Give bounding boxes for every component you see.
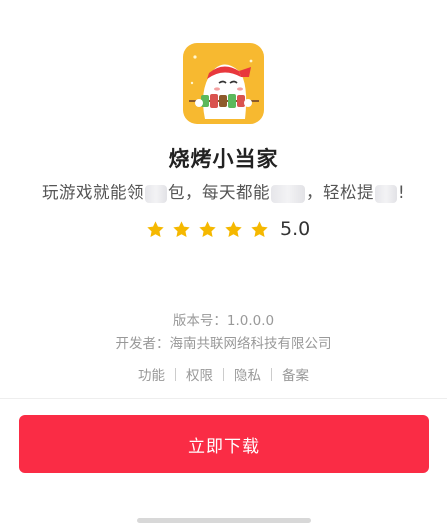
rating: 5.0 <box>146 216 310 242</box>
link-features[interactable]: 功能 <box>138 364 165 384</box>
app-icon <box>183 43 264 124</box>
slogan-part-1: 玩游戏就能领 <box>41 183 144 202</box>
link-privacy[interactable]: 隐私 <box>234 364 261 384</box>
star-icon <box>225 220 242 237</box>
info-links: 功能 权限 隐私 备案 <box>0 364 447 384</box>
app-slogan: 玩游戏就能领 包，每天都能 ，轻松提! <box>0 179 447 203</box>
redacted-text <box>144 184 167 203</box>
star-icon <box>173 220 190 237</box>
link-separator <box>223 367 224 381</box>
link-separator <box>271 367 272 381</box>
star-icon <box>147 220 164 237</box>
link-permissions[interactable]: 权限 <box>186 364 213 384</box>
redacted-text <box>374 184 397 203</box>
home-indicator <box>137 518 311 523</box>
link-separator <box>175 367 176 381</box>
app-name: 烧烤小当家 <box>168 147 279 171</box>
app-download-page: 烧烤小当家 玩游戏就能领 包，每天都能 ，轻松提! 5.0 版本号：1.0.0.0 … <box>0 0 447 526</box>
star-icon <box>199 220 216 237</box>
version-number: 版本号：1.0.0.0 <box>172 313 275 329</box>
redacted-text <box>270 184 305 203</box>
slogan-part-2: 包，每天都能 <box>167 183 270 202</box>
developer-name: 开发者：海南共联网络科技有限公司 <box>115 336 332 352</box>
slogan-part-3: ，轻松提 <box>305 183 374 202</box>
rating-score: 5.0 <box>280 218 311 240</box>
divider <box>0 398 447 399</box>
slogan-part-4: ! <box>397 183 406 202</box>
download-button[interactable]: 立即下载 <box>19 415 429 473</box>
link-filing[interactable]: 备案 <box>282 364 309 384</box>
bbq-character-icon <box>183 43 264 124</box>
star-icon <box>251 220 268 237</box>
